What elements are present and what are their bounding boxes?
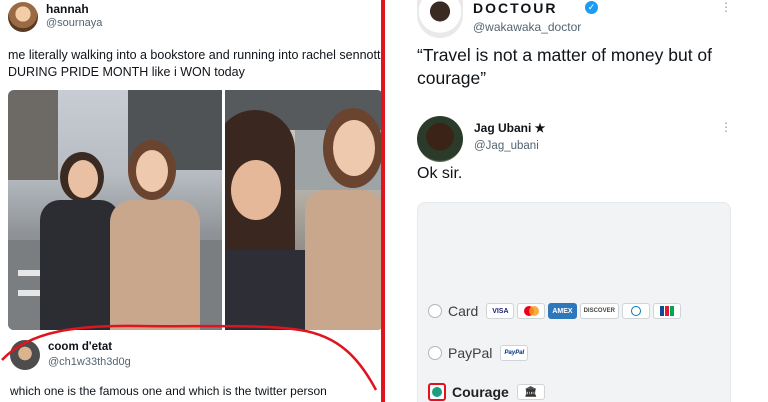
- amex-icon: AMEX: [548, 303, 577, 319]
- tweet-text: “Travel is not a matter of money but of …: [417, 45, 713, 88]
- tweet-text: me literally walking into a bookstore an…: [8, 48, 381, 79]
- author-name[interactable]: hannah: [46, 2, 89, 16]
- author-avatar[interactable]: [8, 2, 38, 32]
- bank-icon: 🏛: [516, 384, 545, 400]
- discover-icon: DISCOVER: [579, 303, 619, 319]
- more-vertical-icon[interactable]: ⋮: [720, 120, 732, 134]
- tweet-photo-2[interactable]: [225, 90, 383, 330]
- jcb-icon: [652, 303, 681, 319]
- reply-author-handle[interactable]: @Jag_ubani: [474, 140, 539, 152]
- reply-author-avatar[interactable]: [417, 116, 463, 162]
- author-handle[interactable]: @sournaya: [46, 17, 102, 29]
- radio-button-selected[interactable]: [428, 383, 446, 401]
- verified-badge-icon: ✓: [585, 1, 598, 14]
- author-avatar[interactable]: [417, 0, 463, 38]
- radio-button[interactable]: [428, 304, 442, 318]
- payment-label: Card: [448, 303, 479, 319]
- visa-icon: VISA: [486, 303, 515, 319]
- reply-author-name[interactable]: coom d'etat: [48, 341, 112, 353]
- reply-author-name[interactable]: Jag Ubani ★: [474, 121, 545, 135]
- author-handle[interactable]: @wakawaka_doctor: [473, 20, 581, 34]
- more-vertical-icon[interactable]: ⋮: [720, 0, 732, 14]
- paypal-icon: PayPal: [500, 345, 529, 361]
- radio-button[interactable]: [428, 346, 442, 360]
- reply-author-avatar[interactable]: [10, 340, 40, 370]
- left-tweet-panel: hannah @sournaya me literally walking in…: [0, 0, 384, 402]
- right-tweet-panel: DOCTOUR ✓ @wakawaka_doctor ⋮ “Travel is …: [385, 0, 768, 402]
- author-name[interactable]: DOCTOUR: [473, 0, 558, 16]
- mastercard-icon: [517, 303, 546, 319]
- tweet-photo-1[interactable]: [8, 90, 222, 330]
- payment-option-paypal[interactable]: PayPal PayPal: [428, 345, 531, 361]
- payment-option-card[interactable]: Card VISA AMEX DISCOVER: [428, 303, 684, 319]
- diners-icon: [621, 303, 650, 319]
- payment-label: Courage: [452, 384, 509, 400]
- reply-author-handle[interactable]: @ch1w33th3d0g: [48, 356, 131, 368]
- payment-options-card: Card VISA AMEX DISCOVER PayPal PayPal Co…: [417, 202, 731, 402]
- reply-text: Ok sir.: [417, 165, 463, 182]
- payment-option-courage[interactable]: Courage 🏛: [428, 383, 548, 401]
- payment-label: PayPal: [448, 345, 493, 361]
- reply-text: which one is the famous one and which is…: [10, 384, 327, 398]
